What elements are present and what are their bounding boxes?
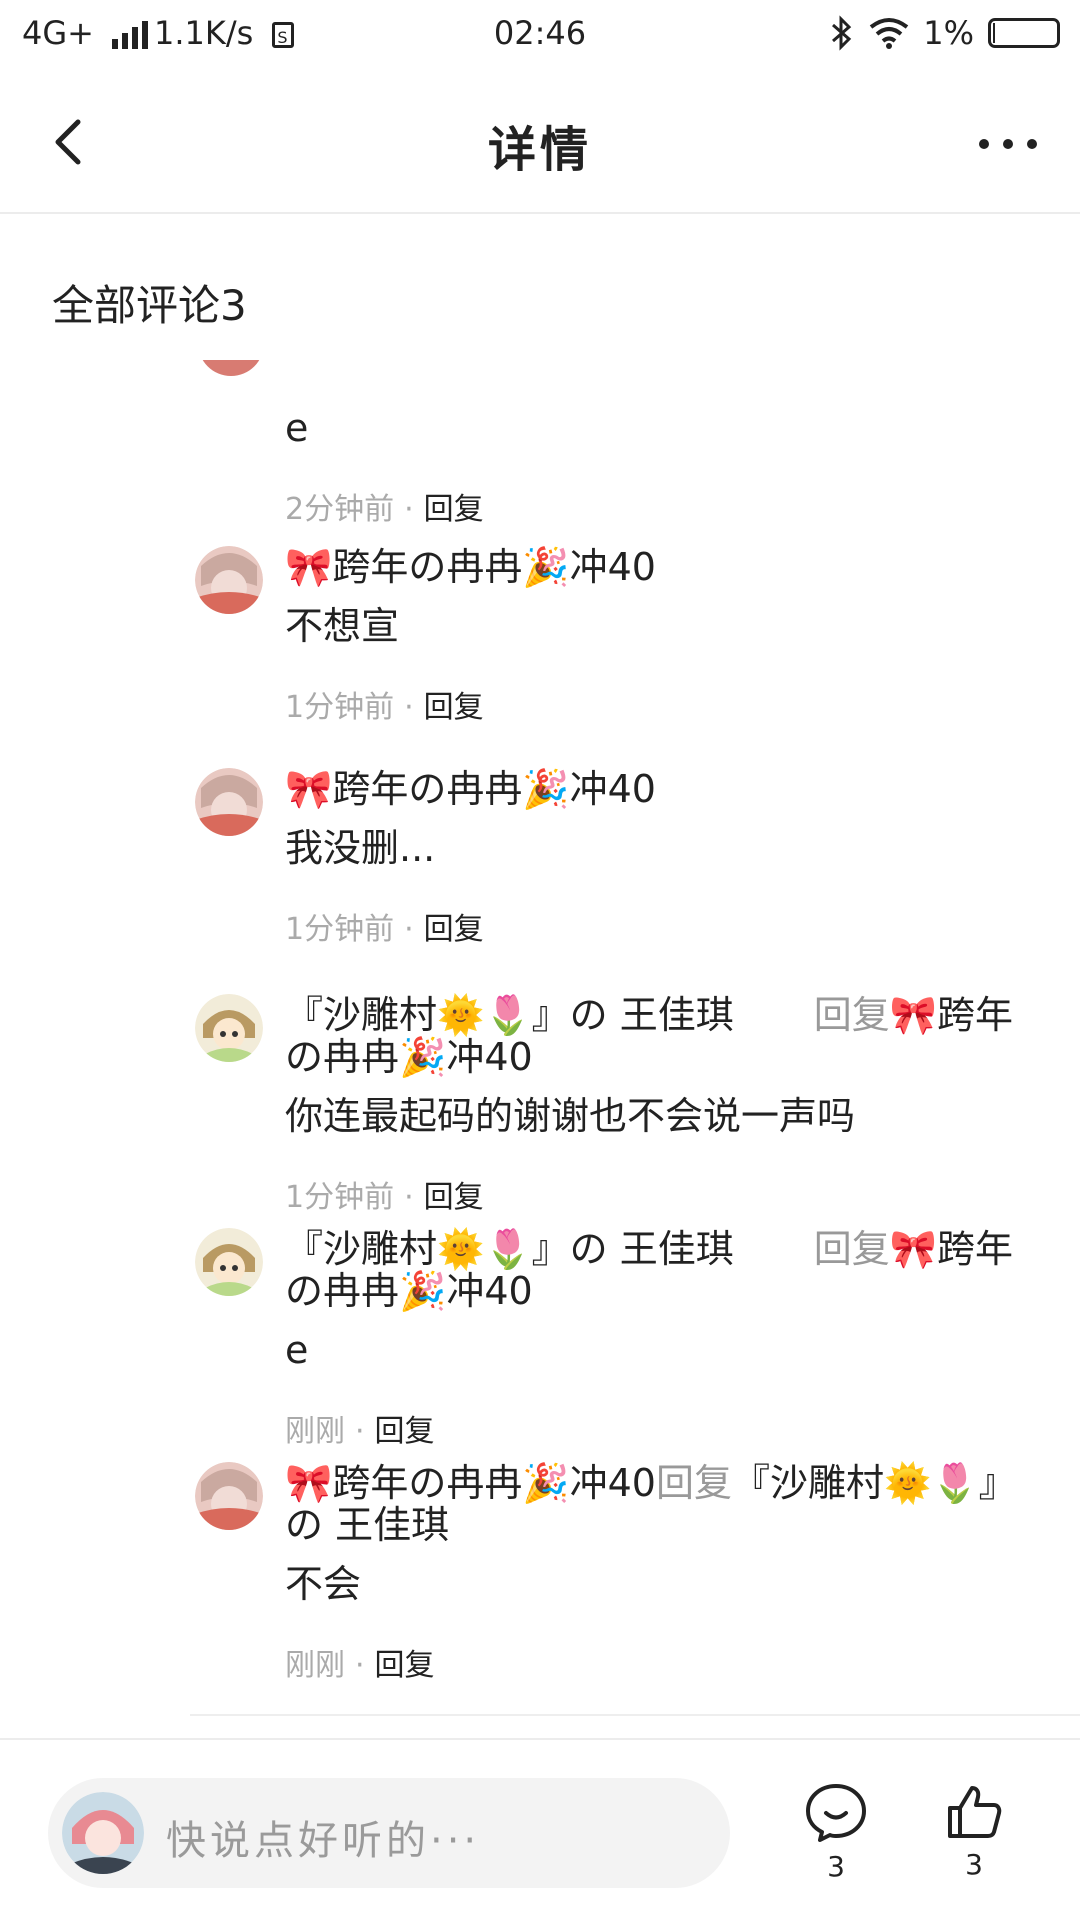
status-bar: 4G+ 1.1K/s S 02:46 1% bbox=[0, 0, 1080, 72]
comment-body: e 2分钟前 · 回复 bbox=[285, 406, 1035, 528]
comment-body: 『沙雕村🌞🌷』の 王佳琪 回复🎀跨年の冉冉🎉冲40 e 刚刚 · 回复 bbox=[285, 1228, 1035, 1450]
bottom-bar: 快说点好听的··· 3 3 bbox=[0, 1738, 1080, 1922]
comment-time: 刚刚 bbox=[285, 1648, 345, 1683]
meta-separator: · bbox=[404, 912, 414, 947]
comment-meta: 1分钟前 · 回复 bbox=[285, 1172, 1035, 1216]
comment-input[interactable]: 快说点好听的··· bbox=[48, 1778, 730, 1888]
wifi-icon bbox=[870, 18, 909, 49]
comment-meta: 刚刚 · 回复 bbox=[285, 1640, 1035, 1684]
reply-word: 回复 bbox=[813, 993, 890, 1037]
comment-body: 🎀跨年の冉冉🎉冲40 不想宣 1分钟前 · 回复 bbox=[285, 546, 1035, 726]
like-action[interactable]: 3 bbox=[934, 1782, 1014, 1881]
reply-button[interactable]: 回复 bbox=[424, 690, 484, 725]
avatar[interactable] bbox=[198, 360, 264, 376]
page-title: 详情 bbox=[487, 122, 592, 178]
comment-count: 3 bbox=[827, 1850, 845, 1883]
meta-separator: · bbox=[404, 492, 414, 527]
comment-content: 不会 bbox=[285, 1562, 362, 1606]
reply-word: 回复 bbox=[655, 1461, 732, 1505]
avatar[interactable] bbox=[195, 1228, 263, 1296]
comment-content: e bbox=[285, 406, 309, 450]
comment-content: 我没删... bbox=[285, 826, 436, 870]
meta-separator: · bbox=[404, 1180, 414, 1215]
avatar[interactable] bbox=[195, 1462, 263, 1530]
comment-meta: 1分钟前 · 回复 bbox=[285, 682, 1035, 726]
reply-button[interactable]: 回复 bbox=[424, 1180, 484, 1215]
avatar[interactable] bbox=[195, 546, 263, 614]
comment-body: 🎀跨年の冉冉🎉冲40回复『沙雕村🌞🌷』の 王佳琪 不会 刚刚 · 回复 bbox=[285, 1462, 1035, 1684]
comment-content: e bbox=[285, 1328, 309, 1372]
comment-author[interactable]: 🎀跨年の冉冉🎉冲40 bbox=[285, 1461, 656, 1505]
list-divider bbox=[190, 1714, 1080, 1716]
more-icon[interactable] bbox=[976, 124, 1040, 164]
comment-body: 『沙雕村🌞🌷』の 王佳琪 回复🎀跨年の冉冉🎉冲40 你连最起码的谢谢也不会说一声吗… bbox=[285, 994, 1035, 1216]
reply-word: 回复 bbox=[813, 1227, 890, 1271]
like-count: 3 bbox=[965, 1848, 983, 1881]
comment-meta: 1分钟前 · 回复 bbox=[285, 904, 1035, 948]
my-avatar bbox=[62, 1792, 144, 1874]
avatar[interactable] bbox=[195, 994, 263, 1062]
meta-separator: · bbox=[404, 690, 414, 725]
meta-separator: · bbox=[355, 1648, 365, 1683]
comment-author[interactable]: 『沙雕村🌞🌷』の 王佳琪 bbox=[285, 1227, 734, 1271]
comment-list: e 2分钟前 · 回复 🎀跨年の冉冉🎉冲40 不想宣 1分钟前 · 回复 🎀跨年の冉冉🎉… bbox=[0, 360, 1080, 1720]
comment-author-line: 🎀跨年の冉冉🎉冲40回复『沙雕村🌞🌷』の 王佳琪 bbox=[285, 1462, 1035, 1546]
reply-button[interactable]: 回复 bbox=[375, 1648, 435, 1683]
comment-time: 1分钟前 bbox=[285, 1180, 395, 1215]
reply-button[interactable]: 回复 bbox=[424, 492, 484, 527]
comment-time: 刚刚 bbox=[285, 1414, 345, 1449]
comment-author[interactable]: 『沙雕村🌞🌷』の 王佳琪 bbox=[285, 993, 734, 1037]
comment-body: 🎀跨年の冉冉🎉冲40 我没删... 1分钟前 · 回复 bbox=[285, 768, 1035, 948]
thumbs-up-icon bbox=[948, 1786, 1002, 1838]
comment-input-placeholder: 快说点好听的··· bbox=[166, 1818, 481, 1864]
meta-separator: · bbox=[355, 1414, 365, 1449]
status-right-group: 1% bbox=[829, 14, 1060, 52]
comment-time: 1分钟前 bbox=[285, 690, 395, 725]
comment-time: 1分钟前 bbox=[285, 912, 395, 947]
comment-action[interactable]: 3 bbox=[796, 1782, 876, 1883]
comment-content: 你连最起码的谢谢也不会说一声吗 bbox=[285, 1094, 856, 1138]
avatar[interactable] bbox=[195, 768, 263, 836]
comment-content: 不想宣 bbox=[285, 604, 400, 648]
reply-button[interactable]: 回复 bbox=[375, 1414, 435, 1449]
reply-button[interactable]: 回复 bbox=[424, 912, 484, 947]
comment-author[interactable]: 🎀跨年の冉冉🎉冲40 bbox=[285, 546, 1035, 588]
battery-percent: 1% bbox=[923, 14, 974, 52]
bluetooth-icon bbox=[832, 15, 852, 51]
comment-author[interactable]: 🎀跨年の冉冉🎉冲40 bbox=[285, 768, 1035, 810]
comments-section-title: 全部评论3 bbox=[52, 281, 247, 330]
comment-bubble-icon bbox=[806, 1784, 866, 1842]
comment-meta: 2分钟前 · 回复 bbox=[285, 484, 1035, 528]
nav-bar: 详情 bbox=[0, 72, 1080, 214]
comment-meta: 刚刚 · 回复 bbox=[285, 1406, 1035, 1450]
comment-time: 2分钟前 bbox=[285, 492, 395, 527]
comment-author-line: 『沙雕村🌞🌷』の 王佳琪 回复🎀跨年の冉冉🎉冲40 bbox=[285, 1228, 1035, 1312]
battery-icon bbox=[988, 18, 1060, 48]
comment-author-line: 『沙雕村🌞🌷』の 王佳琪 回复🎀跨年の冉冉🎉冲40 bbox=[285, 994, 1035, 1078]
